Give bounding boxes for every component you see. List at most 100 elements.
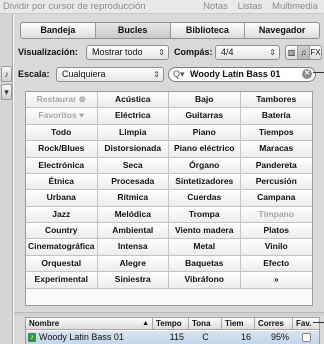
keyword-button[interactable]: Seca xyxy=(97,157,169,174)
keyword-button[interactable]: Vinilo xyxy=(240,239,312,256)
keyword-button[interactable]: Metal xyxy=(169,239,241,256)
keyword-button[interactable]: Favoritos ♥ xyxy=(26,108,98,125)
tab-bar: Bandeja Bucles Biblioteca Navegador xyxy=(20,22,320,39)
search-field[interactable]: Q▾ Woody Latin Bass 01 ✕ xyxy=(168,67,316,82)
keyword-button[interactable]: » xyxy=(240,272,312,289)
keyword-button[interactable]: Orquestal xyxy=(26,255,98,273)
sort-ascending-icon: ▲ xyxy=(142,320,149,327)
clear-search-icon[interactable]: ✕ xyxy=(302,69,312,79)
row-beats: 16 xyxy=(240,332,251,342)
scale-label: Escala: xyxy=(18,69,50,79)
keyword-button[interactable]: Experimental xyxy=(26,272,98,289)
keyword-button[interactable]: Rock/Blues xyxy=(26,141,98,158)
music-note-icon[interactable]: ♫ xyxy=(298,46,310,59)
view-select[interactable]: Mostrar todo ⇕ xyxy=(86,45,169,60)
time-signature-value: 4/4 xyxy=(221,47,234,57)
keyword-button[interactable]: Piano xyxy=(169,124,241,142)
select-arrows-icon: ⇕ xyxy=(153,70,160,79)
left-tool-strip: ♪ ▾ xyxy=(0,14,13,344)
keyword-button[interactable]: Melódica xyxy=(97,206,169,224)
keyword-button[interactable]: Órgano xyxy=(169,157,241,174)
arrow-down-icon[interactable]: ▾ xyxy=(1,84,12,100)
keyword-button[interactable]: Country xyxy=(26,223,98,240)
col-header-name-label: Nombre xyxy=(29,319,60,328)
keyword-button[interactable]: Restaurar ⊗ xyxy=(26,92,98,109)
keyword-button[interactable]: Guitarras xyxy=(169,108,241,125)
time-signature-select[interactable]: 4/4 ⇕ xyxy=(215,45,280,60)
scale-search-row: Escala: Cualquiera ⇕ Q▾ Woody Latin Bass… xyxy=(18,67,322,83)
keyword-button[interactable]: Percusión xyxy=(240,173,312,191)
keyword-button[interactable]: Distorsionada xyxy=(97,141,169,158)
note-tool-icon[interactable]: ♪ xyxy=(1,66,12,82)
keyword-button[interactable]: Tambores xyxy=(240,92,312,109)
keyword-button[interactable]: Sintetizadores xyxy=(169,173,241,191)
keyword-button[interactable]: Electrónica xyxy=(26,157,98,174)
keyword-button[interactable]: Étnica xyxy=(26,173,98,191)
keyword-button[interactable]: Trompa xyxy=(169,206,241,224)
keyword-button[interactable]: Piano eléctrico xyxy=(169,141,241,158)
keyword-button[interactable]: Cinematográfica xyxy=(26,239,98,256)
loop-browser-panel: Bandeja Bucles Biblioteca Navegador Visu… xyxy=(14,14,324,344)
keyword-button[interactable]: Alegre xyxy=(97,255,169,273)
search-value: Woody Latin Bass 01 xyxy=(190,69,281,79)
keyword-button[interactable]: Ambiental xyxy=(97,223,169,240)
tab-navegador[interactable]: Navegador xyxy=(245,23,319,38)
keyword-button[interactable]: Limpia xyxy=(97,124,169,142)
column-view-icon[interactable]: ▥ xyxy=(286,46,298,59)
search-callout-line xyxy=(313,72,324,73)
col-header-fav[interactable]: Fav. xyxy=(293,318,321,330)
view-select-value: Mostrar todo xyxy=(92,47,143,57)
keyword-button[interactable]: Acústica xyxy=(97,92,169,109)
keyword-button[interactable]: Todo xyxy=(26,124,98,142)
keyword-button[interactable]: Urbana xyxy=(26,190,98,207)
keyword-button[interactable]: Procesada xyxy=(97,173,169,191)
tab-bucles[interactable]: Bucles xyxy=(95,23,171,38)
keyword-button[interactable]: Intensa xyxy=(97,239,169,256)
keyword-button[interactable]: Jazz xyxy=(26,206,98,224)
results-callout-line xyxy=(313,322,324,323)
keyword-button[interactable]: Batería xyxy=(240,108,312,125)
keyword-button[interactable]: Tímpano xyxy=(240,206,312,224)
keyword-button[interactable]: Baquetas xyxy=(169,255,241,273)
search-icon[interactable]: Q▾ xyxy=(173,68,185,81)
keyword-button[interactable]: Cuerdas xyxy=(169,190,241,207)
keyword-button[interactable]: Rítmica xyxy=(97,190,169,207)
keyword-button[interactable]: Bajo xyxy=(169,92,241,109)
table-row[interactable]: ♪ Woody Latin Bass 01 115 C 16 95% xyxy=(26,331,319,344)
col-header-beats[interactable]: Tiem xyxy=(222,318,255,330)
keyword-button[interactable]: Platos xyxy=(240,223,312,240)
keyword-button[interactable]: Eléctrica xyxy=(97,108,169,125)
favorite-checkbox[interactable] xyxy=(302,333,311,342)
results-table: Nombre ▲ Tempo Tona Tiem Corres Fav. ♪ W… xyxy=(25,317,320,344)
fx-icon[interactable]: FX xyxy=(310,46,321,59)
view-label: Visualización: xyxy=(18,47,78,57)
col-header-match[interactable]: Corres xyxy=(255,318,293,330)
keyword-button[interactable]: Siniestra xyxy=(97,272,169,289)
view-mode-buttons: ▥ ♫ FX xyxy=(285,45,322,60)
top-right-buttons-label[interactable]: Notas Listas Multimedia xyxy=(203,1,318,12)
tab-bandeja[interactable]: Bandeja xyxy=(21,23,96,38)
keyword-button[interactable]: Campana xyxy=(240,190,312,207)
split-at-playhead-label[interactable]: Dividir por cursor de reproducción xyxy=(3,1,146,12)
favorite-icon: ♥ xyxy=(76,110,85,121)
keyword-button[interactable]: Maracas xyxy=(240,141,312,158)
row-name: Woody Latin Bass 01 xyxy=(39,332,124,342)
scale-select-value: Cualquiera xyxy=(62,69,106,79)
keyword-button[interactable]: Pandereta xyxy=(240,157,312,174)
tab-biblioteca[interactable]: Biblioteca xyxy=(171,23,246,38)
col-header-key[interactable]: Tona xyxy=(189,318,222,330)
table-header: Nombre ▲ Tempo Tona Tiem Corres Fav. xyxy=(26,318,319,330)
top-toolbar-strip: Dividir por cursor de reproducción Notas… xyxy=(0,0,324,14)
view-controls-row: Visualización: Mostrar todo ⇕ Compás: 4/… xyxy=(18,45,322,61)
row-match: 95% xyxy=(270,332,289,342)
keyword-button[interactable]: Vibráfono xyxy=(169,272,241,289)
scale-select[interactable]: Cualquiera ⇕ xyxy=(56,67,164,82)
col-header-name[interactable]: Nombre ▲ xyxy=(26,318,153,330)
col-header-tempo[interactable]: Tempo xyxy=(153,318,189,330)
keyword-button[interactable]: Efecto xyxy=(240,255,312,273)
keyword-button[interactable]: Tiempos xyxy=(240,124,312,142)
panel-splitter[interactable] xyxy=(14,312,324,316)
keyword-button[interactable]: Viento madera xyxy=(169,223,241,240)
select-arrows-icon: ⇕ xyxy=(269,48,276,57)
row-key: C xyxy=(202,332,209,342)
